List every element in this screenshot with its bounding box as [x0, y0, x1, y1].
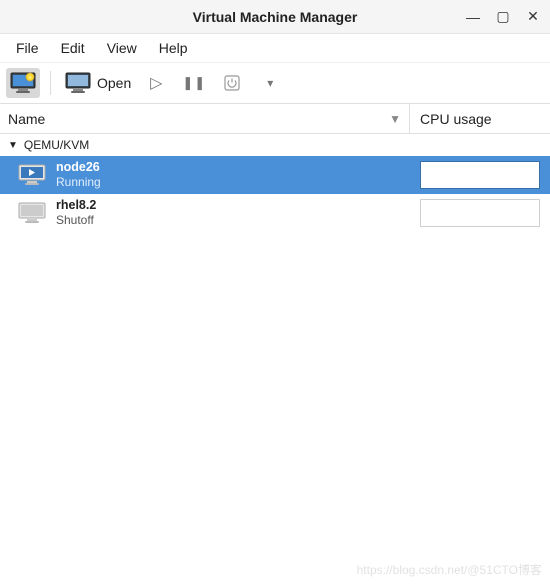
column-headers: Name ▼ CPU usage [0, 104, 550, 134]
window-controls: — ▢ ✕ [460, 0, 546, 33]
column-name-header[interactable]: Name ▼ [0, 104, 410, 133]
vm-shutoff-icon [18, 202, 46, 224]
monitor-icon [65, 72, 91, 94]
shutdown-button[interactable] [215, 68, 249, 98]
minimize-button[interactable]: — [460, 5, 486, 29]
menu-help[interactable]: Help [149, 38, 198, 58]
column-name-label: Name [8, 111, 45, 127]
column-cpu-label: CPU usage [420, 111, 492, 127]
open-button[interactable]: Open [61, 68, 135, 98]
vm-name-label: rhel8.2 [56, 198, 420, 214]
window-title: Virtual Machine Manager [193, 9, 358, 25]
menu-view[interactable]: View [97, 38, 147, 58]
new-vm-icon [10, 72, 36, 94]
sort-arrow-icon: ▼ [389, 112, 401, 126]
shutdown-dropdown-button[interactable]: ▾ [253, 68, 287, 98]
vm-state-label: Shutoff [56, 213, 420, 228]
connection-row[interactable]: ▼ QEMU/KVM [0, 134, 550, 156]
vm-row-rhel82[interactable]: rhel8.2 Shutoff [0, 194, 550, 232]
vm-state-label: Running [56, 175, 420, 190]
run-button[interactable]: ▷ [139, 68, 173, 98]
cpu-usage-graph [420, 161, 540, 189]
vm-name-label: node26 [56, 160, 420, 176]
power-icon [223, 74, 241, 92]
vm-tree: ▼ QEMU/KVM node26 Running rhel8.2 Shutof… [0, 134, 550, 584]
connection-label: QEMU/KVM [24, 138, 89, 152]
column-cpu-header[interactable]: CPU usage [410, 111, 550, 127]
menubar: File Edit View Help [0, 34, 550, 62]
watermark-text: https://blog.csdn.net/@51CTO博客 [357, 561, 542, 578]
titlebar: Virtual Machine Manager — ▢ ✕ [0, 0, 550, 34]
vm-text: rhel8.2 Shutoff [56, 198, 420, 229]
toolbar: Open ▷ ❚❚ ▾ [0, 62, 550, 104]
cpu-usage-graph [420, 199, 540, 227]
vm-text: node26 Running [56, 160, 420, 191]
close-button[interactable]: ✕ [520, 5, 546, 29]
pause-button[interactable]: ❚❚ [177, 68, 211, 98]
new-vm-button[interactable] [6, 68, 40, 98]
expand-arrow-icon: ▼ [8, 140, 18, 151]
maximize-button[interactable]: ▢ [490, 5, 516, 29]
open-label: Open [97, 75, 131, 91]
vm-row-node26[interactable]: node26 Running [0, 156, 550, 194]
menu-edit[interactable]: Edit [51, 38, 95, 58]
toolbar-separator [50, 71, 51, 95]
menu-file[interactable]: File [6, 38, 49, 58]
vm-running-icon [18, 164, 46, 186]
